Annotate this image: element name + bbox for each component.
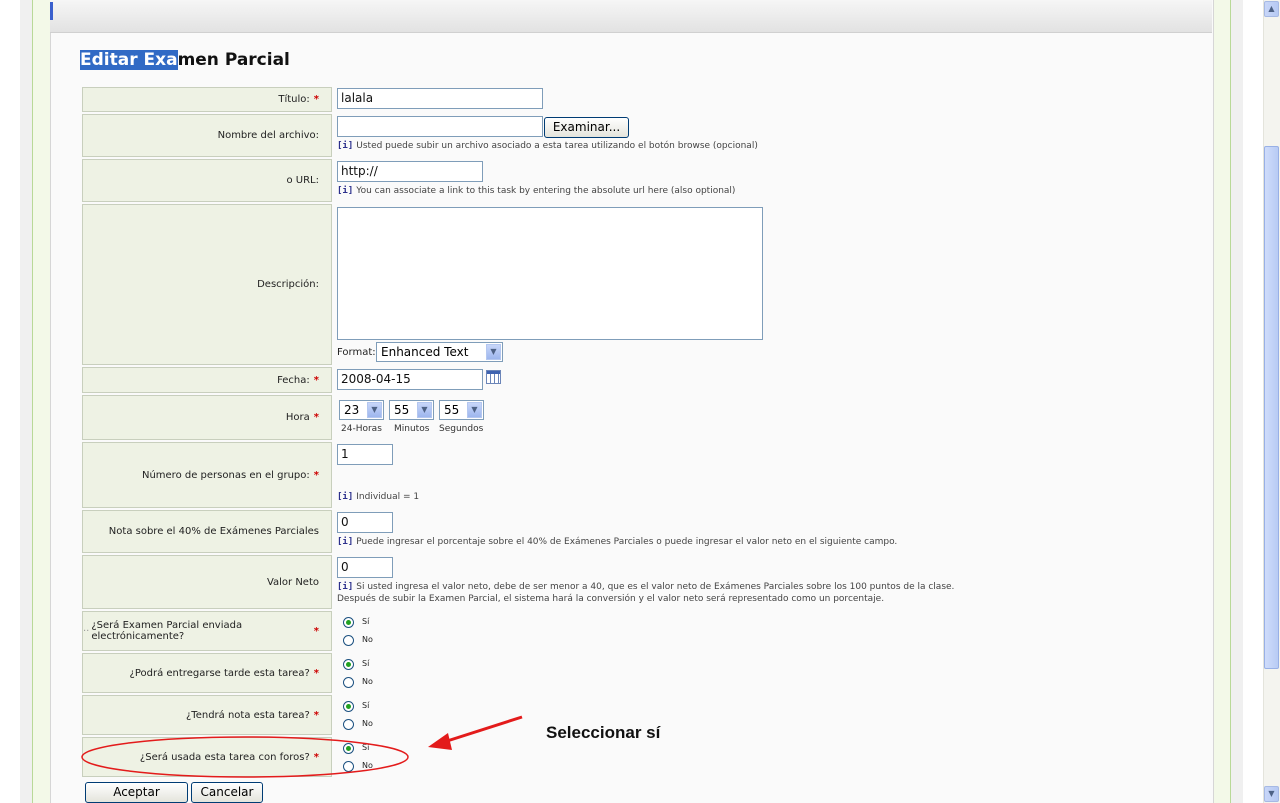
arrow-head: [428, 733, 452, 750]
annotation-overlay: [81, 715, 523, 778]
arrow-line: [443, 715, 523, 744]
scroll-down-icon[interactable]: ▼: [1264, 786, 1279, 802]
scroll-thumb[interactable]: [1264, 146, 1279, 669]
scroll-up-icon[interactable]: ▲: [1264, 1, 1279, 17]
highlight-ellipse: [81, 736, 409, 778]
callout-text: Seleccionar sí: [546, 723, 661, 742]
